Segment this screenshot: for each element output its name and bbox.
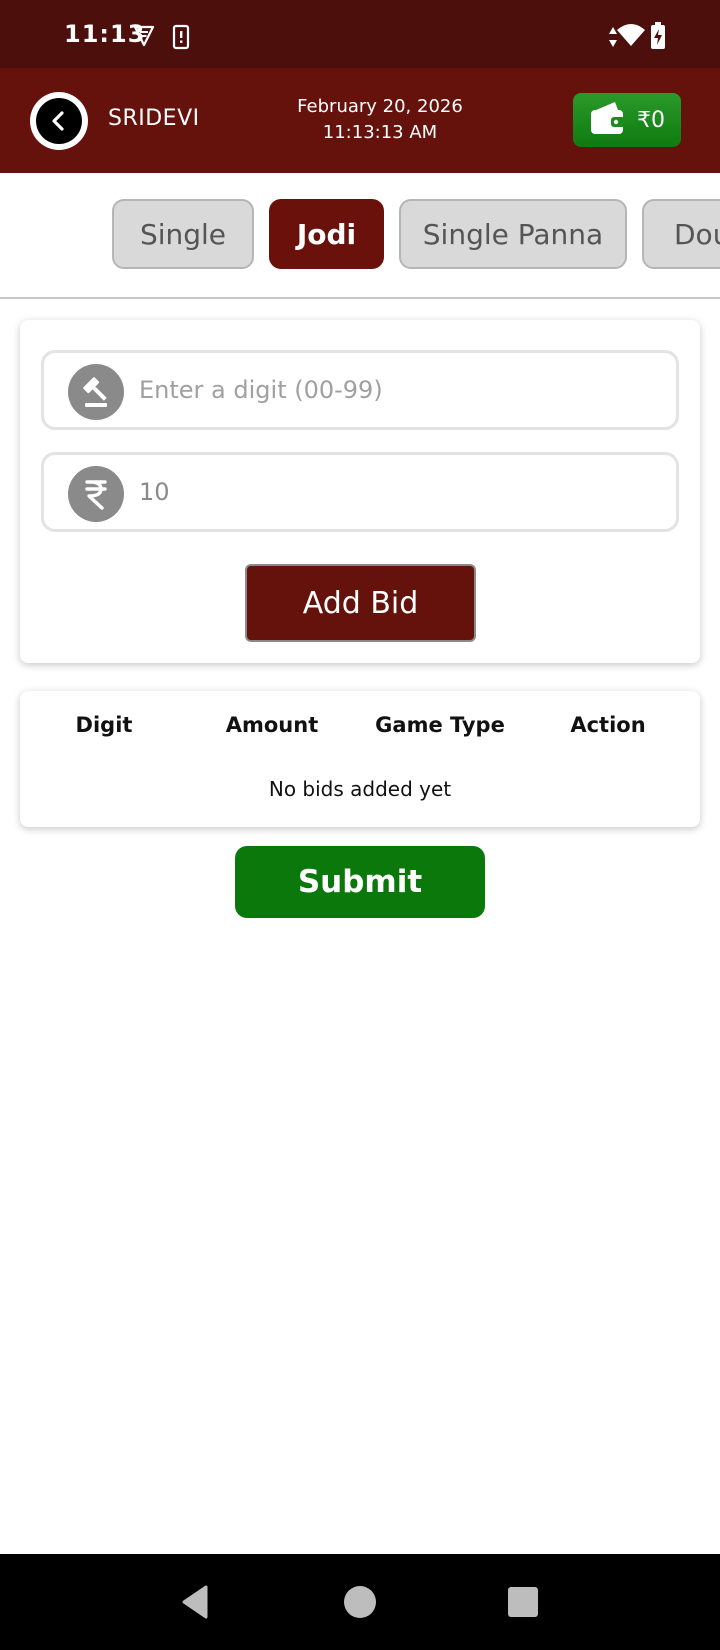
current-time: 11:13:13 AM — [322, 122, 438, 143]
tab-double-panna[interactable]: Double Panna — [642, 199, 720, 269]
battery-charging-icon — [650, 22, 666, 54]
wifi-icon — [616, 22, 646, 52]
tab-single-panna[interactable]: Single Panna — [399, 199, 627, 269]
tab-jodi[interactable]: Jodi — [269, 199, 384, 269]
sim-alert-icon — [172, 24, 190, 54]
chevron-left-icon — [36, 98, 82, 144]
amount-field — [41, 452, 679, 532]
column-header-amount: Amount — [225, 713, 319, 737]
nav-recents-icon[interactable] — [495, 1574, 551, 1630]
wallet-balance: ₹0 — [637, 107, 665, 133]
rupee-icon — [68, 466, 124, 522]
date-time: February 20, 2026 11:13:13 AM — [280, 94, 480, 146]
column-header-digit: Digit — [75, 713, 133, 737]
column-header-game-type: Game Type — [375, 713, 505, 737]
amount-input[interactable] — [139, 469, 659, 515]
app-header: SRIDEVI February 20, 2026 11:13:13 AM ₹0 — [0, 68, 720, 173]
empty-bids-message: No bids added yet — [268, 777, 452, 801]
current-date: February 20, 2026 — [297, 96, 463, 117]
wallet-icon — [589, 100, 627, 140]
game-type-tabs: Single Jodi Single Panna Double Panna — [0, 173, 720, 299]
system-nav-bar — [0, 1554, 720, 1650]
bid-form-card: Add Bid — [20, 320, 700, 663]
wallet-button[interactable]: ₹0 — [573, 93, 681, 147]
vpn-shield-icon — [132, 24, 156, 52]
nav-home-icon[interactable] — [332, 1574, 388, 1630]
app-brand-name: SRIDEVI — [108, 106, 200, 131]
nav-back-icon[interactable] — [168, 1574, 224, 1630]
digit-field — [41, 350, 679, 430]
back-button[interactable] — [30, 92, 88, 150]
submit-button[interactable]: Submit — [235, 846, 485, 918]
gavel-icon — [68, 364, 124, 420]
add-bid-button[interactable]: Add Bid — [245, 564, 476, 642]
bids-table: Digit Amount Game Type Action No bids ad… — [20, 691, 700, 827]
tab-double-panna-label: Double Panna — [674, 217, 720, 251]
digit-input[interactable] — [139, 367, 659, 413]
column-header-action: Action — [570, 713, 646, 737]
tab-single[interactable]: Single — [112, 199, 254, 269]
status-bar: 11:13 — [0, 0, 720, 68]
